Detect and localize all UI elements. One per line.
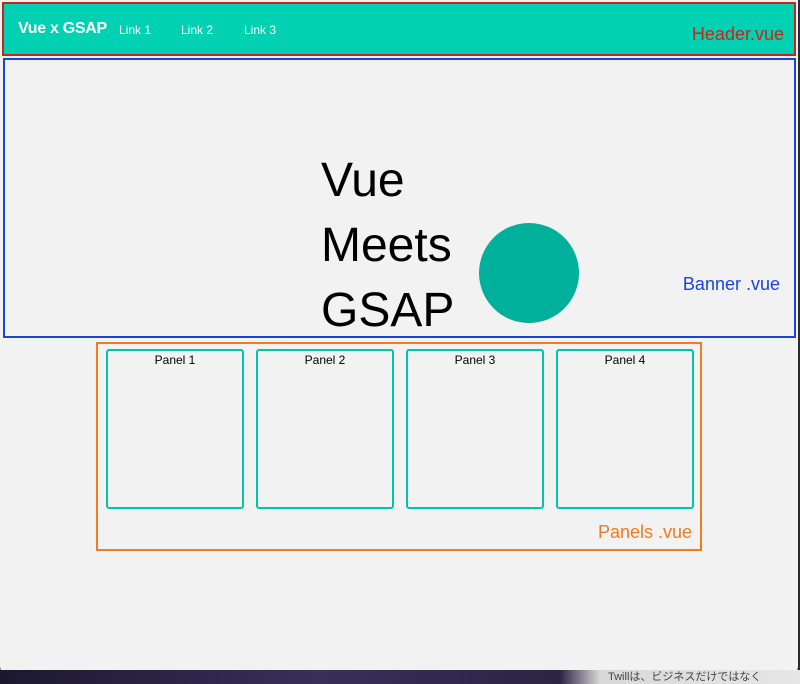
background-window-text: Twillは、ビジネスだけではなく — [608, 671, 762, 683]
banner-title-line-3: GSAP — [321, 284, 455, 337]
banner-title: Vue Meets GSAP — [321, 148, 454, 343]
header-annotation-label: Header.vue — [691, 24, 784, 44]
banner-annotation-label: Banner .vue — [682, 274, 780, 294]
browser-page: Vue x GSAP Link 1 Link 2 Link 3 Header.v… — [0, 0, 798, 676]
panel-2-label: Panel 2 — [304, 353, 346, 367]
panel-3: Panel 3 — [406, 349, 544, 509]
panel-4: Panel 4 — [556, 349, 694, 509]
panel-2: Panel 2 — [256, 349, 394, 509]
panels-annotation-label: Panels .vue — [597, 522, 692, 542]
banner-title-line-2: Meets — [321, 219, 452, 272]
panel-1: Panel 1 — [106, 349, 244, 509]
banner-title-line-1: Vue — [321, 154, 405, 207]
nav-link-2[interactable]: Link 2 — [181, 23, 213, 37]
panel-1-label: Panel 1 — [154, 353, 196, 367]
nav-link-3[interactable]: Link 3 — [244, 23, 276, 37]
brand-logo-text[interactable]: Vue x GSAP — [18, 20, 107, 38]
panels-section: Panel 1 Panel 2 Panel 3 Panel 4 Panels .… — [96, 342, 702, 551]
panel-3-label: Panel 3 — [454, 353, 496, 367]
panel-4-label: Panel 4 — [604, 353, 646, 367]
site-header: Vue x GSAP Link 1 Link 2 Link 3 Header.v… — [2, 2, 796, 56]
banner-section: Vue Meets GSAP Banner .vue — [3, 58, 796, 338]
nav-link-1[interactable]: Link 1 — [119, 23, 151, 37]
banner-circle-shape — [479, 223, 579, 323]
